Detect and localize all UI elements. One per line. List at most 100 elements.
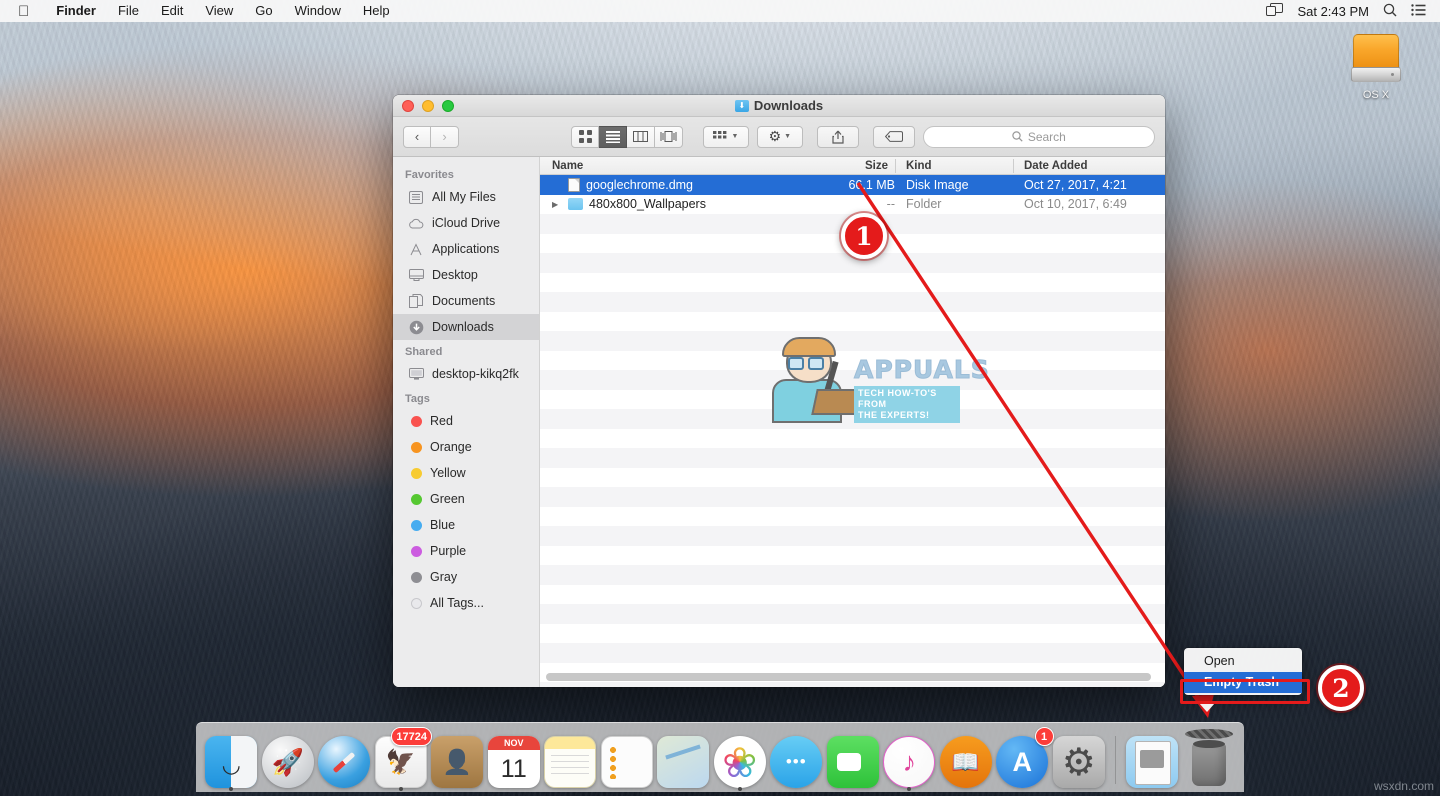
sidebar-item-label: Applications xyxy=(432,242,499,256)
arrange-by-button[interactable]: ▼ xyxy=(703,126,749,148)
dock-item-maps[interactable] xyxy=(656,730,711,788)
notes-icon xyxy=(544,736,596,788)
dock-item-calendar[interactable]: NOV 11 xyxy=(487,730,542,788)
dock-item-messages[interactable] xyxy=(769,730,824,788)
dock-item-ibooks[interactable] xyxy=(939,730,994,788)
dock-item-mail[interactable]: 17724 xyxy=(374,730,429,788)
sidebar-item-tag-blue[interactable]: Blue xyxy=(393,512,539,538)
sidebar-item-tag-orange[interactable]: Orange xyxy=(393,434,539,460)
spotlight-search-icon[interactable] xyxy=(1383,3,1397,20)
sidebar-item-all-my-files[interactable]: All My Files xyxy=(393,184,539,210)
dock-item-photos[interactable] xyxy=(713,730,768,788)
column-header-kind[interactable]: Kind xyxy=(906,157,932,175)
context-menu-item-open[interactable]: Open xyxy=(1184,651,1302,672)
desktop-icon xyxy=(408,268,424,283)
photos-icon xyxy=(714,736,766,788)
apple-menu-icon[interactable]:  xyxy=(18,4,29,19)
menu-item-view[interactable]: View xyxy=(194,0,244,22)
table-row[interactable]: ▶ 480x800_Wallpapers -- Folder Oct 10, 2… xyxy=(540,195,1165,215)
empty-row xyxy=(540,448,1165,468)
empty-row xyxy=(540,312,1165,332)
dock-item-itunes[interactable] xyxy=(882,730,937,788)
search-placeholder: Search xyxy=(1028,130,1066,144)
column-header-name[interactable]: Name xyxy=(552,157,583,175)
dock-item-finder[interactable] xyxy=(204,730,259,788)
airplay-display-icon[interactable] xyxy=(1266,3,1283,19)
action-gear-button[interactable]: ⚙ ▼ xyxy=(757,126,803,148)
safari-icon xyxy=(318,736,370,788)
sidebar-item-desktop-kikq2fk[interactable]: desktop-kikq2fk xyxy=(393,361,539,387)
sidebar-item-documents[interactable]: Documents xyxy=(393,288,539,314)
menu-item-finder[interactable]: Finder xyxy=(45,0,107,22)
sidebar-item-tag-purple[interactable]: Purple xyxy=(393,538,539,564)
dock-item-contacts[interactable] xyxy=(430,730,485,788)
column-view-button[interactable] xyxy=(627,126,655,148)
menu-item-help[interactable]: Help xyxy=(352,0,401,22)
downloads-icon xyxy=(408,320,424,335)
dock-item-launchpad[interactable] xyxy=(261,730,316,788)
sidebar-item-icloud-drive[interactable]: iCloud Drive xyxy=(393,210,539,236)
notification-center-icon[interactable] xyxy=(1411,4,1426,19)
minimize-button[interactable] xyxy=(422,100,434,112)
table-row[interactable]: googlechrome.dmg 66.1 MB Disk Image Oct … xyxy=(540,175,1165,195)
dock-item-facetime[interactable] xyxy=(826,730,881,788)
maps-icon xyxy=(657,736,709,788)
desktop-drive-icon[interactable]: OS X xyxy=(1345,30,1407,101)
sidebar-item-tag-green[interactable]: Green xyxy=(393,486,539,512)
messages-icon xyxy=(770,736,822,788)
finder-sidebar: Favorites All My Files iCloud Drive Appl… xyxy=(393,157,540,687)
empty-row xyxy=(540,487,1165,507)
chevron-down-icon: ▼ xyxy=(731,133,738,140)
dock-item-trash[interactable] xyxy=(1181,730,1236,788)
reminders-icon xyxy=(601,736,653,788)
annotation-highlight-box xyxy=(1180,679,1310,704)
tag-dot-yellow xyxy=(411,468,422,479)
sidebar-item-label: Purple xyxy=(430,544,466,558)
column-header-size[interactable]: Size xyxy=(782,157,888,175)
dock-item-reminders[interactable] xyxy=(600,730,655,788)
menu-item-file[interactable]: File xyxy=(107,0,150,22)
forward-button[interactable]: › xyxy=(431,126,459,148)
sidebar-item-downloads[interactable]: Downloads xyxy=(393,314,539,340)
appuals-watermark: APPUALS TECH HOW-TO'S FROM THE EXPERTS! xyxy=(768,337,968,422)
dock-item-system-preferences[interactable] xyxy=(1052,730,1107,788)
sidebar-item-all-tags[interactable]: All Tags... xyxy=(393,590,539,616)
menu-item-window[interactable]: Window xyxy=(284,0,352,22)
sidebar-item-tag-gray[interactable]: Gray xyxy=(393,564,539,590)
finder-window[interactable]: Downloads ‹ › ▼ ⚙ ▼ xyxy=(393,95,1165,687)
dock-item-downloads-stack[interactable] xyxy=(1125,730,1180,788)
sidebar-item-tag-yellow[interactable]: Yellow xyxy=(393,460,539,486)
search-field[interactable]: Search xyxy=(923,126,1155,148)
empty-row xyxy=(540,585,1165,605)
dock-item-notes[interactable] xyxy=(543,730,598,788)
share-button[interactable] xyxy=(817,126,859,148)
all-tags-icon xyxy=(411,598,422,609)
tag-dot-red xyxy=(411,416,422,427)
edit-tags-button[interactable] xyxy=(873,126,915,148)
horizontal-scrollbar[interactable] xyxy=(546,673,1151,681)
empty-row xyxy=(540,604,1165,624)
sidebar-item-label: All Tags... xyxy=(430,596,484,610)
menu-item-edit[interactable]: Edit xyxy=(150,0,194,22)
sidebar-item-desktop[interactable]: Desktop xyxy=(393,262,539,288)
sidebar-item-tag-red[interactable]: Red xyxy=(393,408,539,434)
icon-view-button[interactable] xyxy=(571,126,599,148)
sidebar-item-applications[interactable]: Applications xyxy=(393,236,539,262)
empty-row xyxy=(540,292,1165,312)
empty-row xyxy=(540,273,1165,293)
menu-item-go[interactable]: Go xyxy=(244,0,283,22)
dock-item-safari[interactable] xyxy=(317,730,372,788)
downloads-stack-icon xyxy=(1126,736,1178,788)
back-button[interactable]: ‹ xyxy=(403,126,431,148)
coverflow-view-button[interactable] xyxy=(655,126,683,148)
list-view-button[interactable] xyxy=(599,126,627,148)
menu-bar-clock[interactable]: Sat 2:43 PM xyxy=(1297,4,1369,19)
calendar-icon: NOV 11 xyxy=(488,736,540,788)
dock-item-app-store[interactable]: 1 xyxy=(995,730,1050,788)
close-button[interactable] xyxy=(402,100,414,112)
column-header-date-added[interactable]: Date Added xyxy=(1024,157,1087,175)
tag-dot-green xyxy=(411,494,422,505)
finder-icon xyxy=(205,736,257,788)
window-titlebar[interactable]: Downloads xyxy=(393,95,1165,117)
zoom-button[interactable] xyxy=(442,100,454,112)
